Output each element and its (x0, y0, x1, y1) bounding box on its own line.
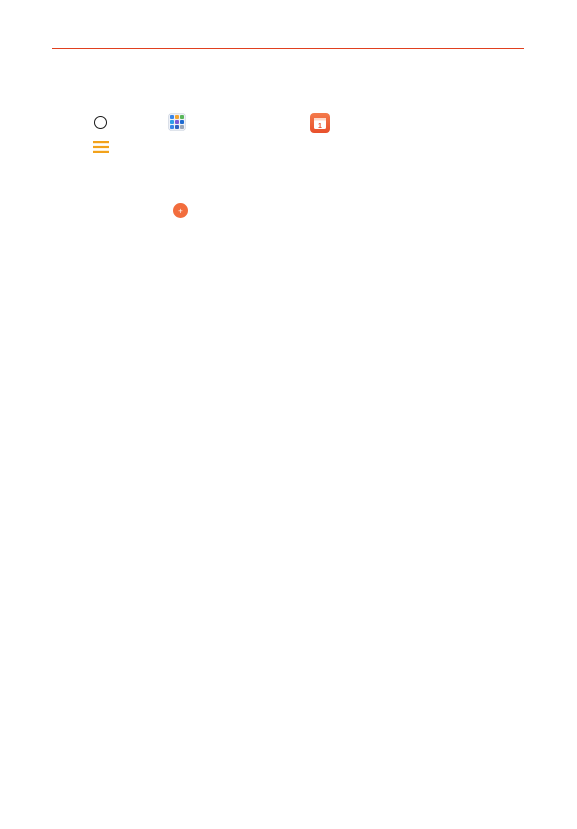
add-symbol: + (178, 206, 183, 215)
calendar-icon: 1 (310, 113, 330, 133)
add-icon: + (173, 203, 188, 218)
menu-icon (93, 141, 109, 153)
home-icon (94, 116, 107, 129)
header-rule (52, 48, 524, 49)
calendar-day-label: 1 (318, 123, 322, 130)
apps-icon (168, 113, 186, 131)
